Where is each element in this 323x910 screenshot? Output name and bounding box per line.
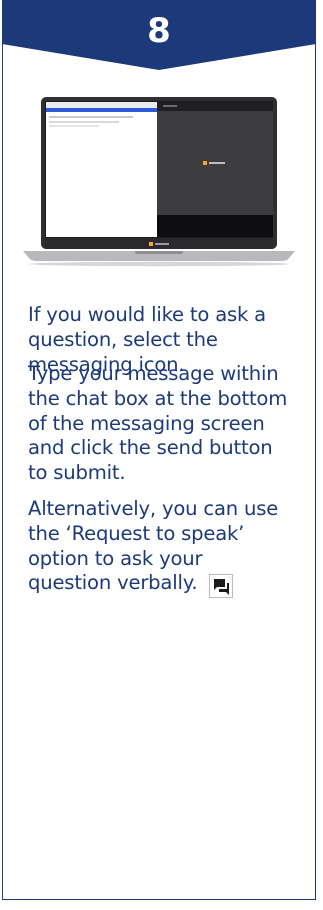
laptop-icon [23, 97, 295, 267]
instruction-type-message: Type your message within the chat box at… [28, 362, 288, 485]
instruction-request-to-speak: Alternatively, you can use the ‘Request … [28, 497, 290, 599]
step-number: 8 [147, 11, 171, 51]
chat-bubbles-icon [209, 574, 234, 599]
step-banner: 8 [2, 0, 316, 72]
laptop-screenshot [23, 95, 295, 267]
request-to-speak-text: Alternatively, you can use the ‘Request … [28, 497, 279, 595]
